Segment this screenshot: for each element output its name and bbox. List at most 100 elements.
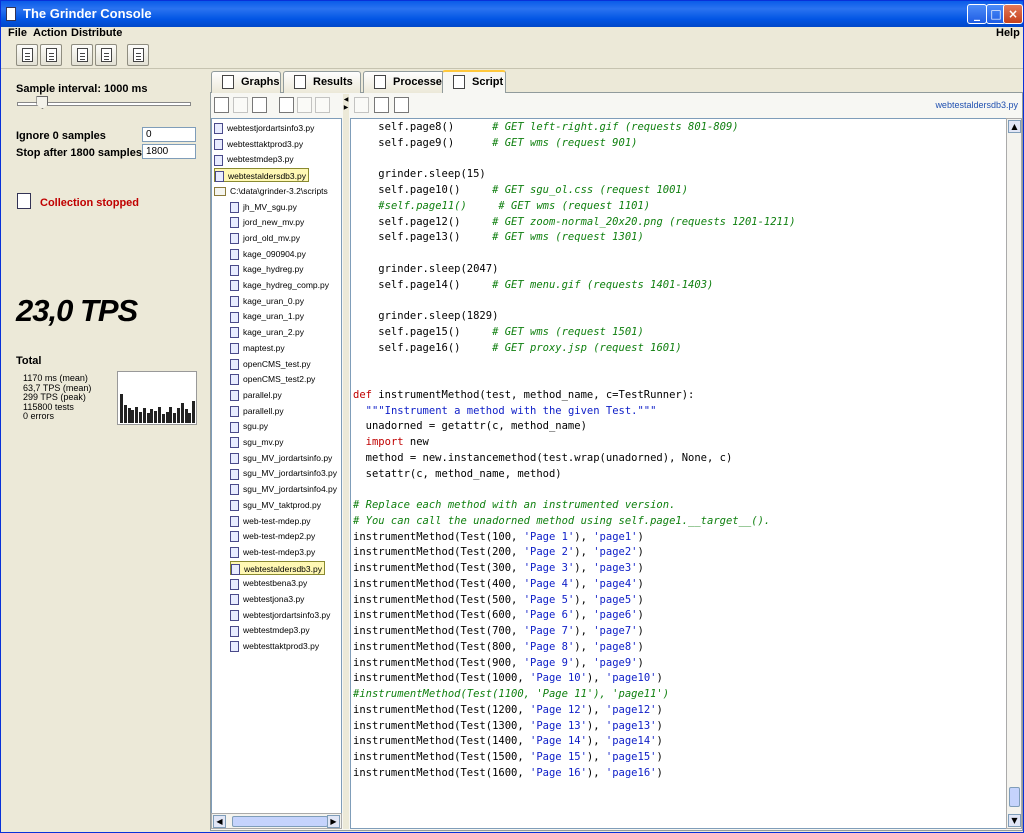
tree-file[interactable]: sgu_MV_jordartsinfo4.py bbox=[230, 482, 337, 496]
new-file-icon[interactable] bbox=[214, 97, 229, 113]
collapse-left-icon[interactable]: ◀ bbox=[343, 97, 349, 103]
tree-file[interactable]: kage_uran_1.py bbox=[230, 309, 304, 323]
tps-graph-bar bbox=[177, 408, 180, 423]
code-line: method = new.instancemethod(test.wrap(un… bbox=[353, 451, 733, 464]
close-file-icon[interactable] bbox=[394, 97, 409, 113]
total-errors: 0 errors bbox=[23, 411, 55, 421]
start-processes-button[interactable] bbox=[16, 44, 38, 66]
tree-folder[interactable]: C:\data\grinder-3.2\scripts bbox=[214, 184, 328, 198]
distribute-icon[interactable] bbox=[374, 97, 389, 113]
tree-file[interactable]: webtestjona3.py bbox=[230, 592, 304, 606]
open-file-icon[interactable] bbox=[233, 97, 248, 113]
tree-file[interactable]: parallell.py bbox=[230, 404, 284, 418]
tree-item-label: parallell.py bbox=[243, 405, 284, 416]
ignore-samples-input[interactable]: 0 bbox=[142, 127, 196, 142]
sample-interval-thumb[interactable] bbox=[36, 96, 49, 109]
tree-file[interactable]: kage_uran_0.py bbox=[230, 294, 304, 308]
tree-file[interactable]: web-test-mdep3.py bbox=[230, 545, 315, 559]
stop-after-input[interactable]: 1800 bbox=[142, 144, 196, 159]
tree-file[interactable]: maptest.py bbox=[230, 341, 285, 355]
code-line: self.page14() # GET menu.gif (requests 1… bbox=[353, 278, 714, 291]
tree-file[interactable]: jord_old_mv.py bbox=[230, 231, 300, 245]
close-button[interactable]: × bbox=[1003, 4, 1023, 24]
tab-script[interactable]: Script bbox=[442, 70, 506, 93]
tree-file[interactable]: web-test-mdep2.py bbox=[230, 529, 315, 543]
tree-file[interactable]: webtestmdep3.py bbox=[214, 152, 294, 166]
tree-file[interactable]: webtesttaktprod3.py bbox=[230, 639, 319, 653]
python-file-icon bbox=[230, 280, 239, 292]
choose-directory-icon[interactable] bbox=[279, 97, 294, 113]
tree-file[interactable]: sgu_MV_jordartsinfo3.py bbox=[230, 466, 337, 480]
tree-file[interactable]: webtestbena3.py bbox=[230, 576, 307, 590]
python-file-icon bbox=[230, 358, 239, 370]
tree-file[interactable]: web-test-mdep.py bbox=[230, 514, 311, 528]
tps-readout: 23,0 TPS bbox=[16, 293, 138, 328]
menu-distribute[interactable]: Distribute bbox=[71, 27, 122, 39]
tree-file[interactable]: sgu_mv.py bbox=[230, 435, 283, 449]
tree-file[interactable]: webtestaldersdb3.py bbox=[214, 168, 309, 183]
tab-graphs[interactable]: Graphs bbox=[211, 71, 281, 93]
code-line: setattr(c, method_name, method) bbox=[353, 467, 562, 480]
scroll-up-icon[interactable]: ▲ bbox=[1008, 120, 1021, 133]
tree-item-label: webtesttaktprod3.py bbox=[227, 138, 304, 149]
scroll-right-icon[interactable]: ▶ bbox=[327, 815, 340, 828]
tree-file[interactable]: kage_hydreg_comp.py bbox=[230, 278, 329, 292]
scroll-thumb[interactable] bbox=[232, 816, 328, 827]
tab-results[interactable]: Results bbox=[283, 71, 361, 93]
code-line: #instrumentMethod(Test(1100, 'Page 11'),… bbox=[353, 688, 670, 700]
tree-file[interactable]: sgu_MV_jordartsinfo.py bbox=[230, 451, 332, 465]
tree-file[interactable]: jh_MV_sgu.py bbox=[230, 200, 297, 214]
code-line: # You can call the unadorned method usin… bbox=[353, 514, 771, 527]
scroll-left-icon[interactable]: ◀ bbox=[213, 815, 226, 828]
tree-file[interactable]: openCMS_test2.py bbox=[230, 372, 315, 386]
tree-file[interactable]: webtestjordartsinfo3.py bbox=[230, 608, 330, 622]
editor-scroll-thumb[interactable] bbox=[1009, 787, 1020, 807]
save-as-icon[interactable] bbox=[315, 97, 330, 113]
scroll-down-icon[interactable]: ▼ bbox=[1008, 814, 1021, 827]
tree-file[interactable]: webtestaldersdb3.py bbox=[230, 560, 325, 575]
title-bar[interactable]: The Grinder Console _ □ × bbox=[1, 1, 1023, 27]
code-line: self.page9() # GET wms (request 901) bbox=[353, 136, 638, 149]
editor-vertical-scrollbar[interactable]: ▲ ▼ bbox=[1006, 118, 1022, 829]
tree-file[interactable]: parallel.py bbox=[230, 388, 282, 402]
python-file-icon bbox=[230, 625, 239, 637]
tree-file[interactable]: kage_uran_2.py bbox=[230, 325, 304, 339]
tree-file[interactable]: jord_new_mv.py bbox=[230, 215, 304, 229]
file-tree-horizontal-scrollbar[interactable]: ◀ ▶ bbox=[211, 813, 342, 829]
start-capture-button[interactable] bbox=[71, 44, 93, 66]
tree-item-label: jh_MV_sgu.py bbox=[243, 201, 297, 212]
set-script-icon[interactable] bbox=[354, 97, 369, 113]
ignore-samples-label: Ignore 0 samples bbox=[16, 130, 106, 142]
split-pane-divider[interactable]: ◀ ▶ bbox=[343, 94, 349, 829]
code-line: instrumentMethod(Test(1300, 'Page 13'), … bbox=[353, 719, 663, 732]
tree-file[interactable]: kage_hydreg.py bbox=[230, 262, 304, 276]
tree-file[interactable]: webtesttaktprod3.py bbox=[214, 137, 303, 151]
python-file-icon bbox=[230, 327, 239, 339]
open-external-icon[interactable] bbox=[252, 97, 267, 113]
code-line: # Replace each method with an instrument… bbox=[353, 499, 676, 511]
tree-file[interactable]: sgu_MV_taktprod.py bbox=[230, 498, 321, 512]
save-file-icon[interactable] bbox=[297, 97, 312, 113]
minimize-button[interactable]: _ bbox=[967, 4, 987, 24]
expand-right-icon[interactable]: ▶ bbox=[343, 105, 349, 111]
tree-file[interactable]: kage_090904.py bbox=[230, 247, 306, 261]
tree-file[interactable]: webtestjordartsinfo3.py bbox=[214, 121, 314, 135]
code-line: instrumentMethod(Test(1600, 'Page 16'), … bbox=[353, 766, 663, 779]
tab-processes[interactable]: Processes bbox=[363, 71, 451, 93]
stop-capture-button[interactable] bbox=[95, 44, 117, 66]
tps-graph-bar bbox=[142, 408, 146, 423]
menu-action[interactable]: Action bbox=[33, 27, 67, 39]
tree-file[interactable]: openCMS_test.py bbox=[230, 357, 311, 371]
reset-processes-button[interactable] bbox=[40, 44, 62, 66]
script-editor[interactable]: self.page8() # GET left-right.gif (reque… bbox=[350, 118, 1007, 829]
menu-help[interactable]: Help bbox=[996, 27, 1020, 39]
tree-item-label: webtestmdep3.py bbox=[243, 625, 310, 636]
menu-file[interactable]: File bbox=[8, 27, 27, 39]
script-code[interactable]: self.page8() # GET left-right.gif (reque… bbox=[353, 120, 796, 782]
python-file-icon bbox=[230, 500, 239, 512]
tree-file[interactable]: webtestmdep3.py bbox=[230, 623, 310, 637]
tree-item-label: webtestjordartsinfo3.py bbox=[243, 609, 331, 620]
distribute-files-button[interactable] bbox=[127, 44, 149, 66]
tps-graph-bar bbox=[184, 409, 188, 423]
tree-file[interactable]: sgu.py bbox=[230, 419, 268, 433]
